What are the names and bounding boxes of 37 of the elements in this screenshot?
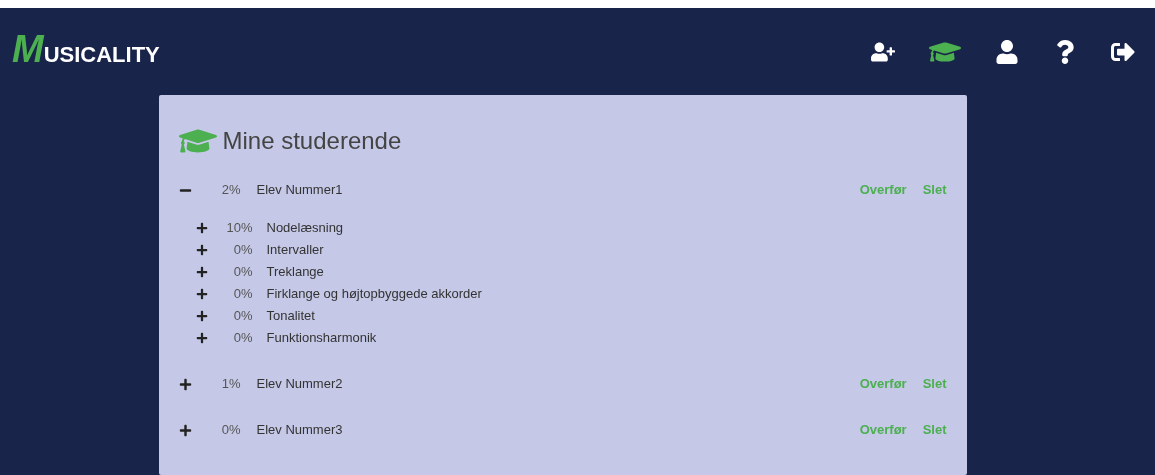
expand-icon[interactable] bbox=[195, 244, 208, 256]
topic-name: Tonalitet bbox=[266, 307, 315, 326]
expand-icon[interactable] bbox=[195, 310, 208, 322]
expand-icon[interactable] bbox=[195, 332, 208, 344]
expand-icon[interactable] bbox=[195, 288, 208, 300]
topic-name: Treklange bbox=[266, 263, 324, 282]
topic-name: Nodelæsning bbox=[266, 219, 344, 238]
add-user-icon[interactable] bbox=[871, 40, 895, 64]
student-percent: 0% bbox=[220, 421, 241, 440]
topic-percent: 0% bbox=[232, 285, 253, 304]
student-name: Elev Nummer2 bbox=[256, 375, 344, 394]
student-percent: 1% bbox=[220, 375, 241, 394]
topic-percent: 0% bbox=[232, 263, 253, 282]
transfer-link[interactable]: Overfør bbox=[859, 180, 907, 200]
topic-name: Intervaller bbox=[266, 241, 324, 260]
transfer-link[interactable]: Overfør bbox=[859, 374, 907, 394]
app-logo[interactable]: MUSICALITY bbox=[12, 30, 160, 68]
delete-link[interactable]: Slet bbox=[922, 374, 947, 394]
panel-title: Mine studerende bbox=[222, 126, 402, 156]
topic-name: Funktionsharmonik bbox=[266, 329, 377, 348]
topic-percent: 0% bbox=[232, 307, 253, 326]
student-name: Elev Nummer3 bbox=[256, 421, 344, 440]
user-icon[interactable] bbox=[995, 40, 1019, 64]
expand-icon[interactable] bbox=[195, 222, 208, 234]
student-name: Elev Nummer1 bbox=[256, 181, 344, 200]
expand-icon[interactable] bbox=[179, 423, 192, 437]
topic-percent: 0% bbox=[232, 241, 253, 260]
topic-percent: 10% bbox=[225, 219, 253, 238]
topic-percent: 0% bbox=[232, 329, 253, 348]
topic-name: Firklange og højtopbyggede akkorder bbox=[266, 285, 482, 304]
transfer-link[interactable]: Overfør bbox=[859, 420, 907, 440]
expand-icon[interactable] bbox=[195, 266, 208, 278]
student-percent: 2% bbox=[220, 181, 241, 200]
logout-icon[interactable] bbox=[1111, 40, 1135, 64]
delete-link[interactable]: Slet bbox=[922, 180, 947, 200]
delete-link[interactable]: Slet bbox=[922, 420, 947, 440]
expand-icon[interactable] bbox=[179, 377, 192, 391]
